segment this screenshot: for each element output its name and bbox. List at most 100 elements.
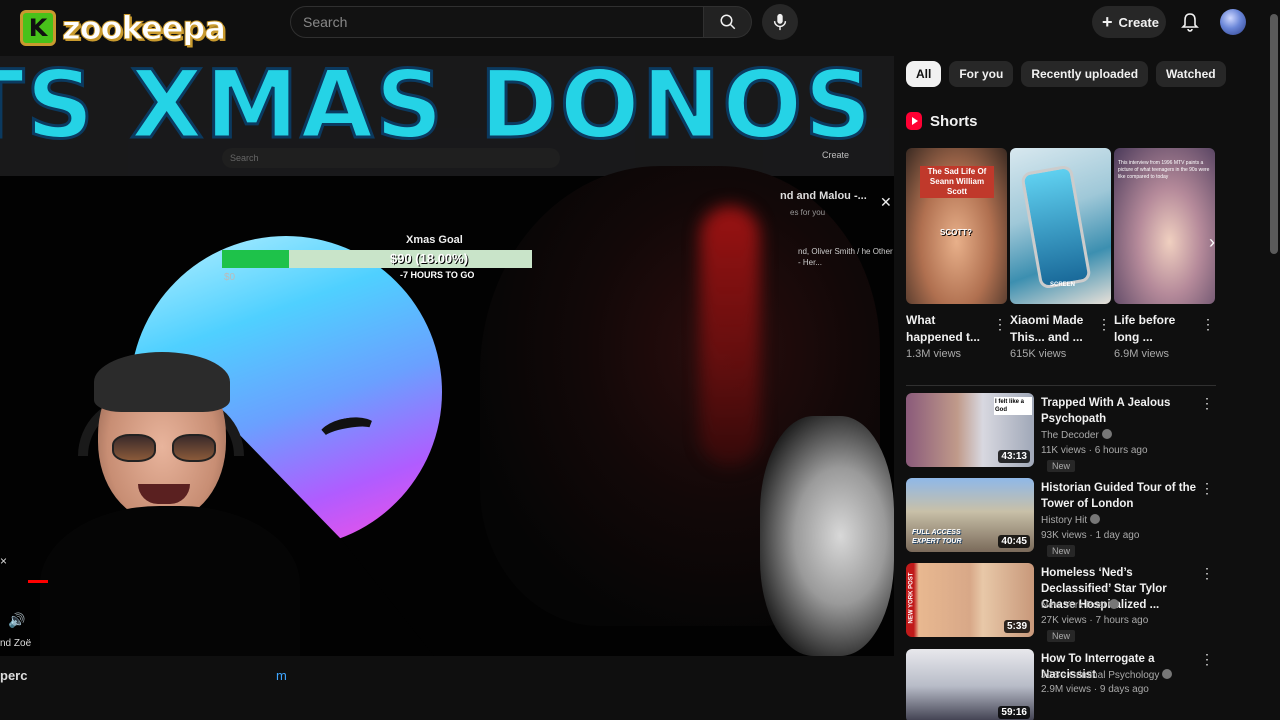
- logo-text: zookeepa: [62, 9, 227, 48]
- search-input[interactable]: Search: [290, 6, 704, 38]
- more-options-icon[interactable]: ⋮: [1097, 316, 1111, 333]
- top-bar: K zookeepa Search + Create: [0, 0, 1280, 48]
- short-thumbnail[interactable]: SCREEN: [1010, 148, 1111, 304]
- chip-watched[interactable]: Watched: [1156, 61, 1226, 87]
- bell-icon: [1181, 13, 1199, 32]
- video-player[interactable]: Search Create Xmas Goal $90 (18.00%) -7 …: [0, 56, 894, 656]
- short-views: 615K views: [1010, 348, 1067, 360]
- logo-badge: K: [20, 10, 56, 46]
- recommended-video[interactable]: NEW YORK POST 5:39 Homeless ‘Ned’s Decla…: [906, 563, 1216, 642]
- account-avatar[interactable]: [1220, 9, 1246, 35]
- more-options-icon[interactable]: ⋮: [1201, 316, 1215, 333]
- video-thumbnail[interactable]: NEW YORK POST 5:39: [906, 563, 1034, 637]
- channel-logo[interactable]: K zookeepa: [20, 6, 262, 50]
- short-thumb-caption: SCREEN: [1050, 282, 1076, 288]
- notifications-button[interactable]: [1176, 8, 1204, 36]
- verified-icon: [1090, 514, 1101, 524]
- side-close-icon[interactable]: ×: [0, 554, 7, 568]
- verified-icon: [1162, 669, 1173, 679]
- video-thumbnail[interactable]: I felt like a God 43:13: [906, 393, 1034, 467]
- short-thumbnail[interactable]: The Sad Life Of Seann William Scott SCOT…: [906, 148, 1007, 304]
- more-options-icon[interactable]: ⋮: [1200, 480, 1214, 497]
- divider: [906, 385, 1216, 386]
- channel-name-text: New York Post: [1041, 600, 1107, 611]
- thumb-text: FULL ACCESS EXPERT TOUR: [912, 529, 962, 545]
- short-title[interactable]: Life before long ...: [1114, 312, 1198, 346]
- xmas-goal-title: Xmas Goal: [406, 234, 463, 246]
- video-thumbnail[interactable]: 59:16: [906, 649, 1034, 720]
- donos-banner: TS XMAS DONOS: [0, 56, 874, 160]
- search-button[interactable]: [704, 6, 752, 38]
- create-button[interactable]: + Create: [1092, 6, 1166, 38]
- channel-name-text: JCS - Criminal Psychology: [1041, 670, 1160, 681]
- chip-for-you[interactable]: For you: [949, 61, 1014, 87]
- short-views: 6.9M views: [1114, 348, 1170, 360]
- channel-name[interactable]: JCS - Criminal Psychology: [1041, 669, 1173, 681]
- more-options-icon[interactable]: ⋮: [993, 316, 1007, 333]
- video-duration: 59:16: [998, 706, 1030, 719]
- recommended-video[interactable]: FULL ACCESS EXPERT TOUR 40:45 Historian …: [906, 478, 1216, 557]
- search-icon: [720, 14, 735, 30]
- streamer-hair: [94, 352, 230, 412]
- red-glow: [700, 206, 760, 466]
- channel-name[interactable]: History Hit: [1041, 514, 1101, 526]
- short-item[interactable]: SCREEN Xiaomi Made This... and ... 615K …: [1010, 148, 1111, 360]
- video-duration: 5:39: [1003, 620, 1030, 633]
- channel-name[interactable]: The Decoder: [1041, 429, 1112, 441]
- inner-side-sub: es for you: [790, 208, 826, 217]
- more-options-icon[interactable]: ⋮: [1200, 651, 1214, 668]
- phone-graphic: [1020, 164, 1092, 290]
- shorts-shelf: The Sad Life Of Seann William Scott SCOT…: [906, 148, 1216, 368]
- page-scrollbar[interactable]: [1270, 14, 1278, 254]
- voice-search-button[interactable]: [762, 4, 798, 40]
- recommended-video[interactable]: I felt like a God 43:13 Trapped With A J…: [906, 393, 1216, 472]
- inner-side-title: nd and Malou -...: [780, 190, 867, 202]
- recommended-video[interactable]: 59:16 How To Interrogate a Narcissist JC…: [906, 649, 1216, 720]
- new-badge: New: [1047, 545, 1076, 557]
- short-item[interactable]: The Sad Life Of Seann William Scott SCOT…: [906, 148, 1007, 360]
- shorts-header: Shorts: [906, 112, 978, 130]
- thumb-text: I felt like a God: [994, 397, 1032, 415]
- video-duration: 43:13: [998, 450, 1030, 463]
- video-title-fragment: perc: [0, 668, 28, 683]
- create-label: Create: [1118, 14, 1159, 30]
- lens-right: [172, 434, 216, 462]
- video-meta: 2.9M views · 9 days ago: [1041, 684, 1149, 695]
- video-duration: 40:45: [998, 535, 1030, 548]
- short-title[interactable]: Xiaomi Made This... and ...: [1010, 312, 1094, 346]
- more-options-icon[interactable]: ⋮: [1200, 565, 1214, 582]
- short-thumb-caption: The Sad Life Of Seann William Scott: [920, 166, 994, 198]
- chevron-right-icon[interactable]: ›: [1200, 231, 1224, 255]
- player-controls: × 🔊 nd Zoë: [0, 554, 894, 656]
- more-options-icon[interactable]: ⋮: [1200, 395, 1214, 412]
- chip-recently-uploaded[interactable]: Recently uploaded: [1021, 61, 1149, 87]
- video-thumbnail[interactable]: FULL ACCESS EXPERT TOUR 40:45: [906, 478, 1034, 552]
- xmas-goal-widget: Xmas Goal $90 (18.00%) -7 HOURS TO GO $0: [222, 234, 532, 284]
- mic-icon: [773, 13, 787, 31]
- short-thumbnail[interactable]: This interview from 1996 MTV paints a pi…: [1114, 148, 1215, 304]
- short-title[interactable]: What happened t...: [906, 312, 990, 346]
- video-title[interactable]: Trapped With A Jealous Psychopath: [1041, 395, 1201, 427]
- short-thumb-overlay: SCOTT?: [940, 228, 972, 237]
- plus-icon: +: [1102, 12, 1113, 32]
- xmas-goal-start: $0: [224, 272, 236, 283]
- close-icon: ✕: [880, 194, 892, 210]
- short-item[interactable]: This interview from 1996 MTV paints a pi…: [1114, 148, 1215, 360]
- channel-name[interactable]: New York Post: [1041, 599, 1120, 611]
- xmas-goal-bar: [222, 250, 532, 268]
- verified-icon: [1109, 599, 1120, 609]
- side-name-text: nd Zoë: [0, 638, 32, 649]
- video-link-fragment[interactable]: m: [276, 668, 287, 683]
- sunglasses: [112, 434, 216, 464]
- chip-all[interactable]: All: [906, 61, 942, 87]
- video-title[interactable]: Historian Guided Tour of the Tower of Lo…: [1041, 480, 1201, 512]
- volume-icon[interactable]: 🔊: [8, 612, 25, 629]
- video-meta: 27K views · 7 hours ago: [1041, 615, 1149, 626]
- xmas-goal-amount: $90 (18.00%): [390, 251, 469, 266]
- progress-bar[interactable]: [28, 580, 48, 583]
- new-badge: New: [1047, 460, 1076, 472]
- thumb-text: NEW YORK POST: [908, 572, 915, 624]
- inner-side-text: nd, Oliver Smith / he Other - Her...: [798, 247, 893, 267]
- channel-name-text: The Decoder: [1041, 430, 1099, 441]
- verified-icon: [1101, 429, 1112, 439]
